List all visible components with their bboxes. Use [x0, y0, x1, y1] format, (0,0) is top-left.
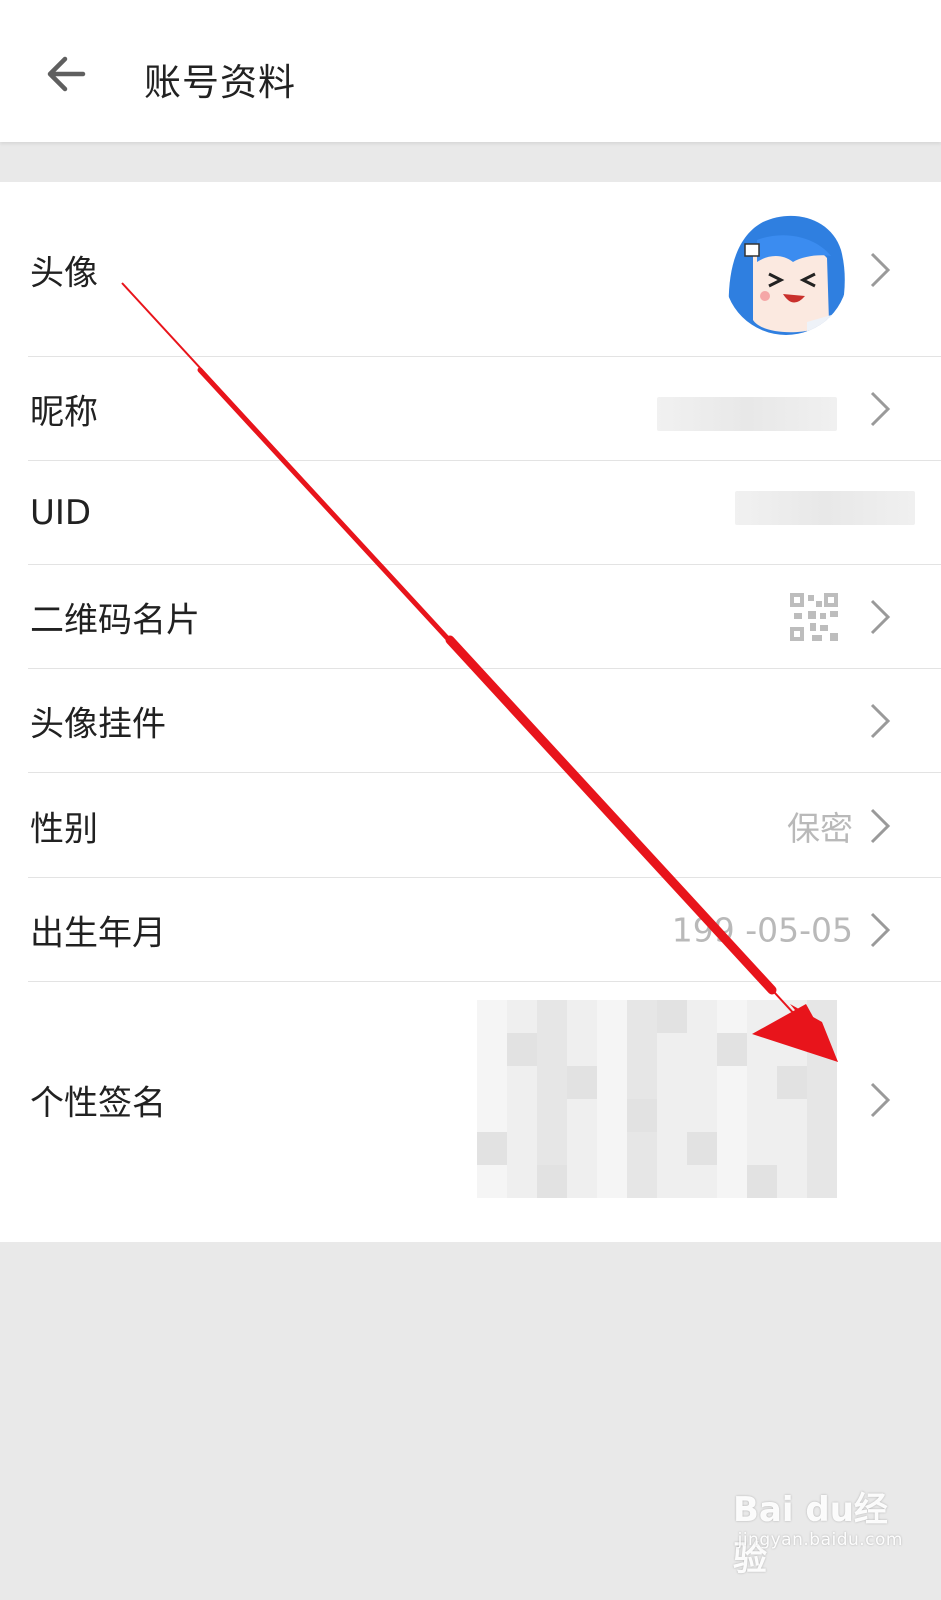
avatar-row-label: 头像: [30, 253, 98, 293]
app-header: 账号资料: [0, 0, 941, 142]
qr-card-row[interactable]: 二维码名片: [0, 565, 941, 669]
qr-card-row-label: 二维码名片: [30, 600, 200, 641]
avatar-pendant-row[interactable]: 头像挂件: [0, 669, 941, 773]
redacted-nickname: [657, 397, 837, 431]
chevron-right-icon: [870, 1082, 891, 1118]
avatar-image: [724, 211, 848, 335]
redacted-signature: [477, 1000, 837, 1198]
birthday-row[interactable]: 出生年月 199 -05-05: [0, 878, 941, 982]
birthday-row-label: 出生年月: [30, 913, 166, 954]
watermark: Bai du经验 jingyan.baidu.com: [733, 1482, 903, 1579]
qr-code-icon: [790, 593, 838, 641]
chevron-right-icon: [870, 391, 891, 427]
watermark-url: jingyan.baidu.com: [737, 1530, 903, 1550]
gender-value: 保密: [787, 808, 853, 848]
uid-row: UID: [0, 461, 941, 565]
back-button[interactable]: [36, 44, 96, 104]
arrow-left-icon: [47, 56, 86, 92]
birthday-value: 199 -05-05: [671, 910, 853, 950]
nickname-row-label: 昵称: [30, 392, 98, 433]
redacted-uid: [735, 491, 915, 525]
nickname-row[interactable]: 昵称: [0, 357, 941, 461]
uid-row-label: UID: [30, 493, 92, 533]
gender-row-label: 性别: [30, 809, 98, 849]
signature-row-label: 个性签名: [30, 1083, 166, 1124]
avatar-row[interactable]: 头像: [0, 182, 941, 357]
chevron-right-icon: [870, 703, 891, 739]
page-title: 账号资料: [144, 61, 296, 104]
settings-list: 头像 昵称 UID 二维码名片 头像挂件 性别 保密 出生年月 199 -05-…: [0, 182, 941, 1242]
chevron-right-icon: [870, 599, 891, 635]
gender-row[interactable]: 性别 保密: [0, 773, 941, 878]
avatar-pendant-row-label: 头像挂件: [30, 704, 166, 745]
chevron-right-icon: [870, 252, 891, 287]
chevron-right-icon: [870, 808, 891, 843]
signature-row[interactable]: 个性签名: [0, 982, 941, 1218]
chevron-right-icon: [870, 912, 891, 948]
